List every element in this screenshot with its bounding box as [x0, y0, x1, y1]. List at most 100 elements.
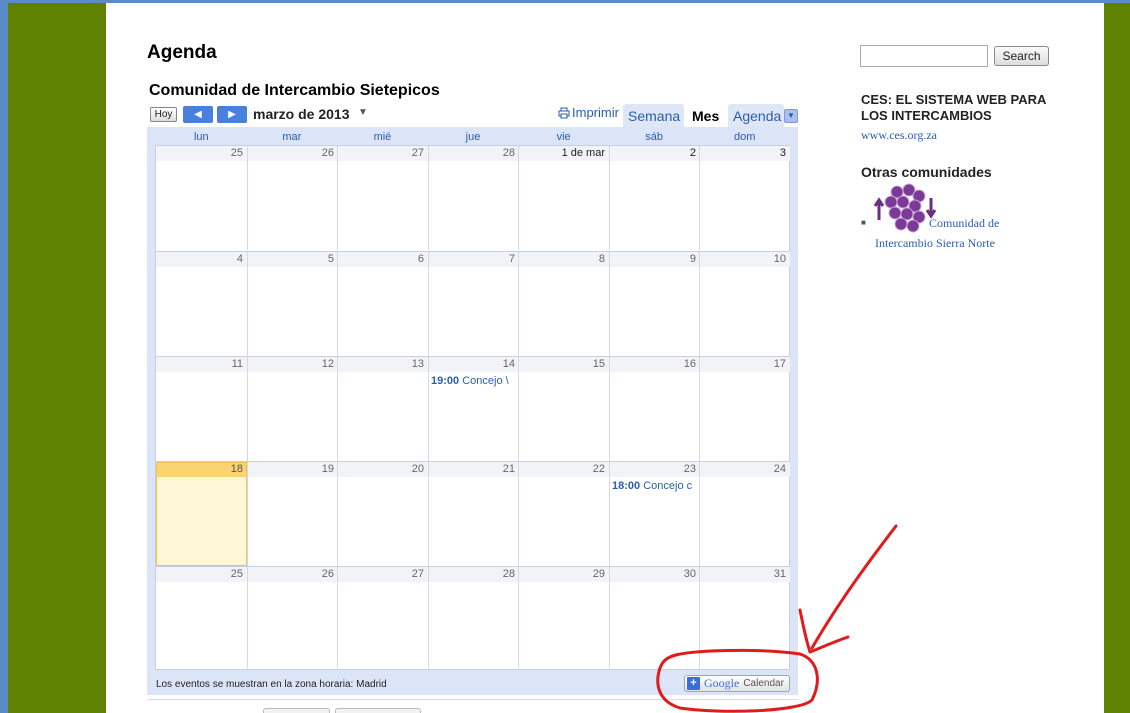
next-month-button[interactable]: ▶ — [217, 106, 247, 123]
date-number[interactable]: 26 — [248, 567, 338, 582]
day-cell[interactable]: 3 — [699, 146, 790, 250]
date-number[interactable]: 21 — [429, 462, 519, 477]
day-cell[interactable]: 4 — [156, 252, 247, 356]
day-cell[interactable]: 26 — [247, 567, 338, 671]
calendar-event[interactable]: 19:00 Concejo \ — [429, 375, 519, 387]
day-cell[interactable]: 16 — [609, 357, 700, 461]
day-cell[interactable]: 23 18:00 Concejo c — [609, 462, 700, 566]
day-cell[interactable]: 22 — [518, 462, 609, 566]
day-cell[interactable]: 29 — [518, 567, 609, 671]
today-button[interactable]: Hoy — [150, 107, 177, 122]
tab-month[interactable]: Mes — [687, 104, 725, 128]
add-to-google-calendar-button[interactable]: + Google Calendar — [684, 675, 790, 692]
date-number[interactable]: 23 — [610, 462, 700, 477]
day-cell[interactable]: 7 — [428, 252, 519, 356]
day-cell[interactable]: 20 — [337, 462, 428, 566]
calendar-toolbar: Hoy ◀ ▶ marzo de 2013 ▼ Imprimir Semana … — [150, 104, 800, 128]
date-number[interactable]: 8 — [519, 252, 609, 267]
day-cell[interactable]: 21 — [428, 462, 519, 566]
other-communities-heading: Otras comunidades — [861, 164, 992, 180]
date-number[interactable]: 28 — [429, 567, 519, 582]
day-cell[interactable]: 13 — [337, 357, 428, 461]
partial-button[interactable] — [335, 708, 421, 713]
day-cell[interactable]: 12 — [247, 357, 338, 461]
date-number[interactable]: 2 — [610, 146, 700, 161]
date-number[interactable]: 17 — [700, 357, 790, 372]
date-number[interactable]: 14 — [429, 357, 519, 372]
date-number[interactable]: 27 — [338, 567, 428, 582]
date-number[interactable]: 25 — [156, 146, 247, 161]
date-number[interactable]: 3 — [700, 146, 790, 161]
calendar-event[interactable]: 18:00 Concejo c — [610, 480, 700, 492]
date-number[interactable]: 27 — [338, 146, 428, 161]
date-number[interactable]: 10 — [700, 252, 790, 267]
page-title: Agenda — [147, 42, 217, 63]
print-button[interactable]: Imprimir — [558, 105, 619, 120]
day-cell[interactable]: 6 — [337, 252, 428, 356]
date-number[interactable]: 20 — [338, 462, 428, 477]
right-green-margin — [1104, 3, 1130, 713]
day-cell[interactable]: 15 — [518, 357, 609, 461]
month-label[interactable]: marzo de 2013 — [253, 106, 350, 122]
day-cell[interactable]: 11 — [156, 357, 247, 461]
chevron-right-icon: ▶ — [228, 109, 236, 120]
date-number[interactable]: 9 — [610, 252, 700, 267]
day-cell[interactable]: 27 — [337, 146, 428, 250]
date-number[interactable]: 1 de mar — [519, 146, 609, 161]
date-number[interactable]: 19 — [248, 462, 338, 477]
partial-button[interactable] — [263, 708, 330, 713]
window-top-border — [0, 0, 1130, 3]
day-cell[interactable]: 25 — [156, 567, 247, 671]
print-label: Imprimir — [572, 105, 619, 120]
date-number[interactable]: 7 — [429, 252, 519, 267]
day-cell[interactable]: 24 — [699, 462, 790, 566]
day-cell[interactable]: 8 — [518, 252, 609, 356]
day-cell[interactable]: 31 — [699, 567, 790, 671]
week-row: 4 5 6 7 8 9 10 — [156, 251, 790, 356]
tab-agenda[interactable]: Agenda — [728, 104, 784, 128]
view-dropdown-icon[interactable]: ▼ — [784, 109, 798, 123]
day-cell[interactable]: 14 19:00 Concejo \ — [428, 357, 519, 461]
date-number[interactable]: 12 — [248, 357, 338, 372]
day-cell[interactable]: 30 — [609, 567, 700, 671]
today-cell[interactable]: 18 — [156, 462, 247, 566]
day-cell[interactable]: 19 — [247, 462, 338, 566]
sierra-norte-link[interactable]: Comunidad de — [929, 216, 999, 231]
month-grid: 25 26 27 28 1 de mar 2 3 4 5 6 7 8 9 10 … — [155, 145, 790, 671]
date-number[interactable]: 13 — [338, 357, 428, 372]
date-number[interactable]: 26 — [248, 146, 338, 161]
ces-link[interactable]: www.ces.org.za — [861, 128, 937, 143]
date-number[interactable]: 29 — [519, 567, 609, 582]
day-cell[interactable]: 10 — [699, 252, 790, 356]
date-number[interactable]: 15 — [519, 357, 609, 372]
sierra-norte-link-line2[interactable]: Intercambio Sierra Norte — [875, 236, 995, 251]
search-button[interactable]: Search — [994, 46, 1049, 66]
date-number[interactable]: 25 — [156, 567, 247, 582]
day-cell[interactable]: 1 de mar — [518, 146, 609, 250]
date-number[interactable]: 31 — [700, 567, 790, 582]
search-input[interactable] — [860, 45, 988, 67]
day-cell[interactable]: 28 — [428, 567, 519, 671]
day-cell[interactable]: 25 — [156, 146, 247, 250]
date-number[interactable]: 30 — [610, 567, 700, 582]
date-number[interactable]: 11 — [156, 357, 247, 372]
date-number[interactable]: 18 — [156, 462, 247, 477]
tab-week[interactable]: Semana — [623, 104, 684, 128]
date-number[interactable]: 6 — [338, 252, 428, 267]
day-cell[interactable]: 27 — [337, 567, 428, 671]
date-number[interactable]: 4 — [156, 252, 247, 267]
day-cell[interactable]: 9 — [609, 252, 700, 356]
day-cell[interactable]: 5 — [247, 252, 338, 356]
month-dropdown-icon[interactable]: ▼ — [358, 107, 368, 118]
day-cell[interactable]: 2 — [609, 146, 700, 250]
day-cell[interactable]: 28 — [428, 146, 519, 250]
window-left-border — [0, 0, 8, 713]
date-number[interactable]: 28 — [429, 146, 519, 161]
prev-month-button[interactable]: ◀ — [183, 106, 213, 123]
day-cell[interactable]: 17 — [699, 357, 790, 461]
date-number[interactable]: 24 — [700, 462, 790, 477]
date-number[interactable]: 5 — [248, 252, 338, 267]
day-cell[interactable]: 26 — [247, 146, 338, 250]
date-number[interactable]: 16 — [610, 357, 700, 372]
date-number[interactable]: 22 — [519, 462, 609, 477]
